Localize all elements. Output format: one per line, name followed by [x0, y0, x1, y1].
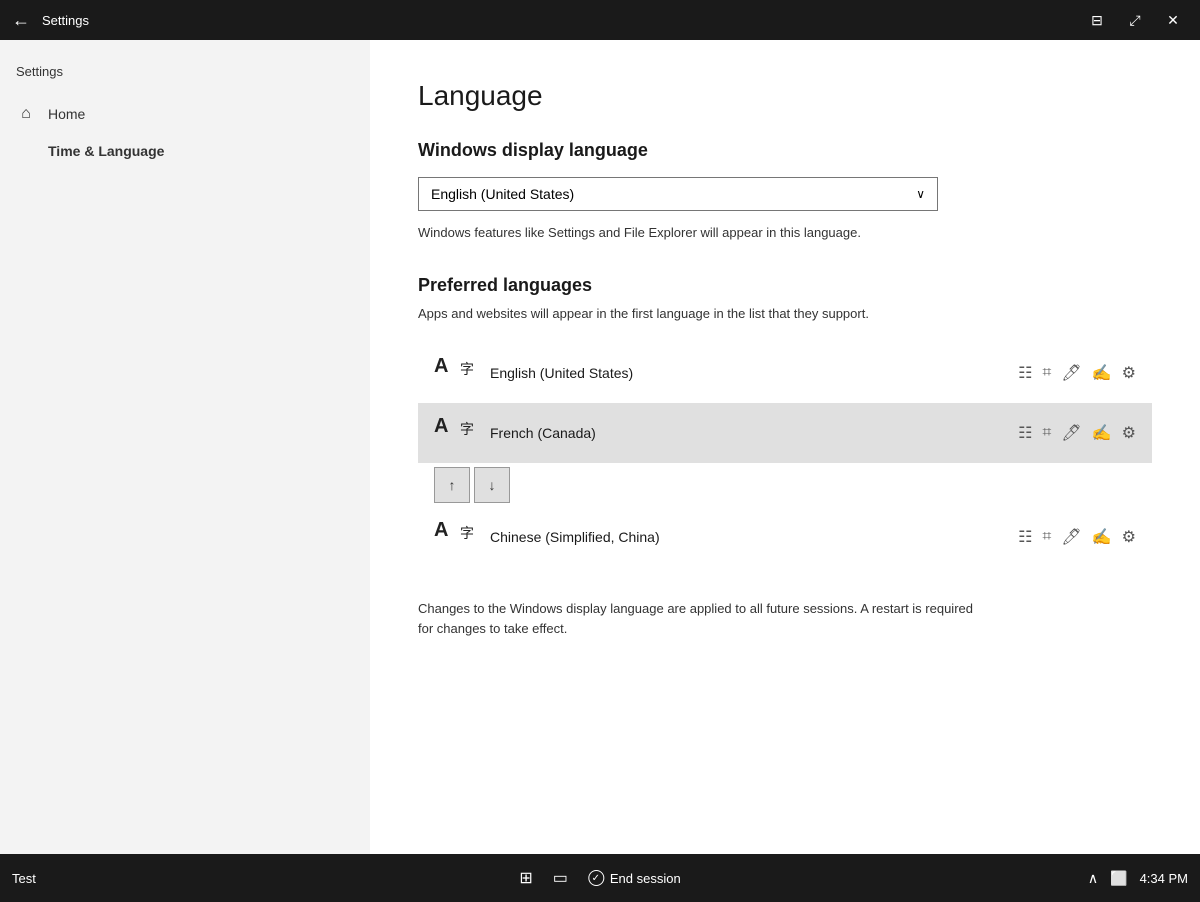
minimize-button[interactable]: ⊟	[1082, 5, 1112, 35]
language-caps-french: ☷ ⌗ 🖊 ✍ ⚙	[1018, 423, 1136, 443]
taskbar-right: ∧ ⬜ 4:34 PM	[1088, 870, 1188, 887]
preferred-languages-desc: Apps and websites will appear in the fir…	[418, 304, 978, 324]
back-button[interactable]: ←	[12, 10, 30, 31]
text-to-speech-icon[interactable]: ✍	[1092, 363, 1112, 383]
options-icon[interactable]: ⚙	[1122, 363, 1136, 383]
title-bar: ← Settings ⊟ ⤢ ✕	[0, 0, 1200, 40]
footer-note: Changes to the Windows display language …	[418, 599, 978, 638]
language-icon-chinese: A 字	[434, 519, 474, 555]
options-icon-zh[interactable]: ⚙	[1122, 527, 1136, 547]
speech-icon[interactable]: ⌗	[1042, 364, 1051, 382]
move-up-button[interactable]: ↑	[434, 467, 470, 503]
speech-icon-fr[interactable]: ⌗	[1042, 424, 1051, 442]
app-body: Settings ⌂ Home Time & Language Language…	[0, 40, 1200, 854]
options-icon-fr[interactable]: ⚙	[1122, 423, 1136, 443]
language-move-buttons: ↑ ↓	[434, 467, 1152, 503]
sidebar-item-time-language[interactable]: Time & Language	[0, 133, 370, 169]
taskbar-time: 4:34 PM	[1140, 871, 1188, 886]
sidebar-item-label-home: Home	[48, 106, 85, 122]
task-view-icon[interactable]: ▭	[553, 868, 568, 888]
page-title: Language	[418, 80, 1152, 112]
text-to-speech-icon-fr[interactable]: ✍	[1092, 423, 1112, 443]
notification-icon[interactable]: ⬜	[1110, 870, 1127, 887]
preferred-languages-title: Preferred languages	[418, 275, 1152, 296]
move-down-button[interactable]: ↓	[474, 467, 510, 503]
system-tray-expand-icon[interactable]: ∧	[1088, 870, 1098, 887]
title-bar-title: Settings	[42, 13, 1082, 28]
speech-icon-zh[interactable]: ⌗	[1042, 528, 1051, 546]
chevron-down-icon: ∨	[916, 187, 925, 201]
dropdown-value: English (United States)	[431, 186, 574, 202]
keyboard-icon-fr[interactable]: ☷	[1018, 423, 1032, 443]
keyboard-icon-zh[interactable]: ☷	[1018, 527, 1032, 547]
language-dropdown[interactable]: English (United States) ∨	[418, 177, 938, 211]
language-item-english[interactable]: A 字 English (United States) ☷ ⌗ 🖊 ✍ ⚙	[418, 343, 1152, 403]
title-bar-controls: ⊟ ⤢ ✕	[1082, 5, 1188, 35]
sidebar: Settings ⌂ Home Time & Language	[0, 40, 370, 854]
handwriting-icon-zh[interactable]: 🖊	[1061, 527, 1081, 547]
language-icon-french: A 字	[434, 415, 474, 451]
text-to-speech-icon-zh[interactable]: ✍	[1092, 527, 1112, 547]
language-caps-chinese: ☷ ⌗ 🖊 ✍ ⚙	[1018, 527, 1136, 547]
language-name-french: French (Canada)	[490, 425, 1002, 441]
language-icon-english: A 字	[434, 355, 474, 391]
language-item-chinese[interactable]: A 字 Chinese (Simplified, China) ☷ ⌗ 🖊 ✍ …	[418, 507, 1152, 567]
taskbar-left: Test	[12, 871, 36, 886]
windows-start-icon[interactable]: ⊞	[519, 868, 532, 888]
handwriting-icon[interactable]: 🖊	[1061, 363, 1081, 383]
taskbar-app-label: Test	[12, 871, 36, 886]
close-button[interactable]: ✕	[1158, 5, 1188, 35]
sidebar-item-label-time-language: Time & Language	[48, 143, 164, 159]
maximize-button[interactable]: ⤢	[1120, 5, 1150, 35]
end-session-circle-icon: ✓	[588, 870, 604, 886]
keyboard-icon[interactable]: ☷	[1018, 363, 1032, 383]
taskbar: Test ⊞ ▭ ✓ End session ∧ ⬜ 4:34 PM	[0, 854, 1200, 902]
language-name-chinese: Chinese (Simplified, China)	[490, 529, 1002, 545]
sidebar-header: Settings	[0, 56, 370, 95]
handwriting-icon-fr[interactable]: 🖊	[1061, 423, 1081, 443]
language-item-french[interactable]: A 字 French (Canada) ☷ ⌗ 🖊 ✍ ⚙	[418, 403, 1152, 463]
taskbar-center: ⊞ ▭ ✓ End session	[519, 868, 680, 888]
end-session-label: End session	[610, 871, 681, 886]
language-caps-english: ☷ ⌗ 🖊 ✍ ⚙	[1018, 363, 1136, 383]
sidebar-item-home[interactable]: ⌂ Home	[0, 95, 370, 133]
home-icon: ⌂	[16, 105, 36, 123]
display-language-title: Windows display language	[418, 140, 1152, 161]
content-area: Language Windows display language Englis…	[370, 40, 1200, 854]
end-session-button[interactable]: ✓ End session	[588, 870, 681, 886]
language-name-english: English (United States)	[490, 365, 1002, 381]
display-language-desc: Windows features like Settings and File …	[418, 223, 978, 243]
